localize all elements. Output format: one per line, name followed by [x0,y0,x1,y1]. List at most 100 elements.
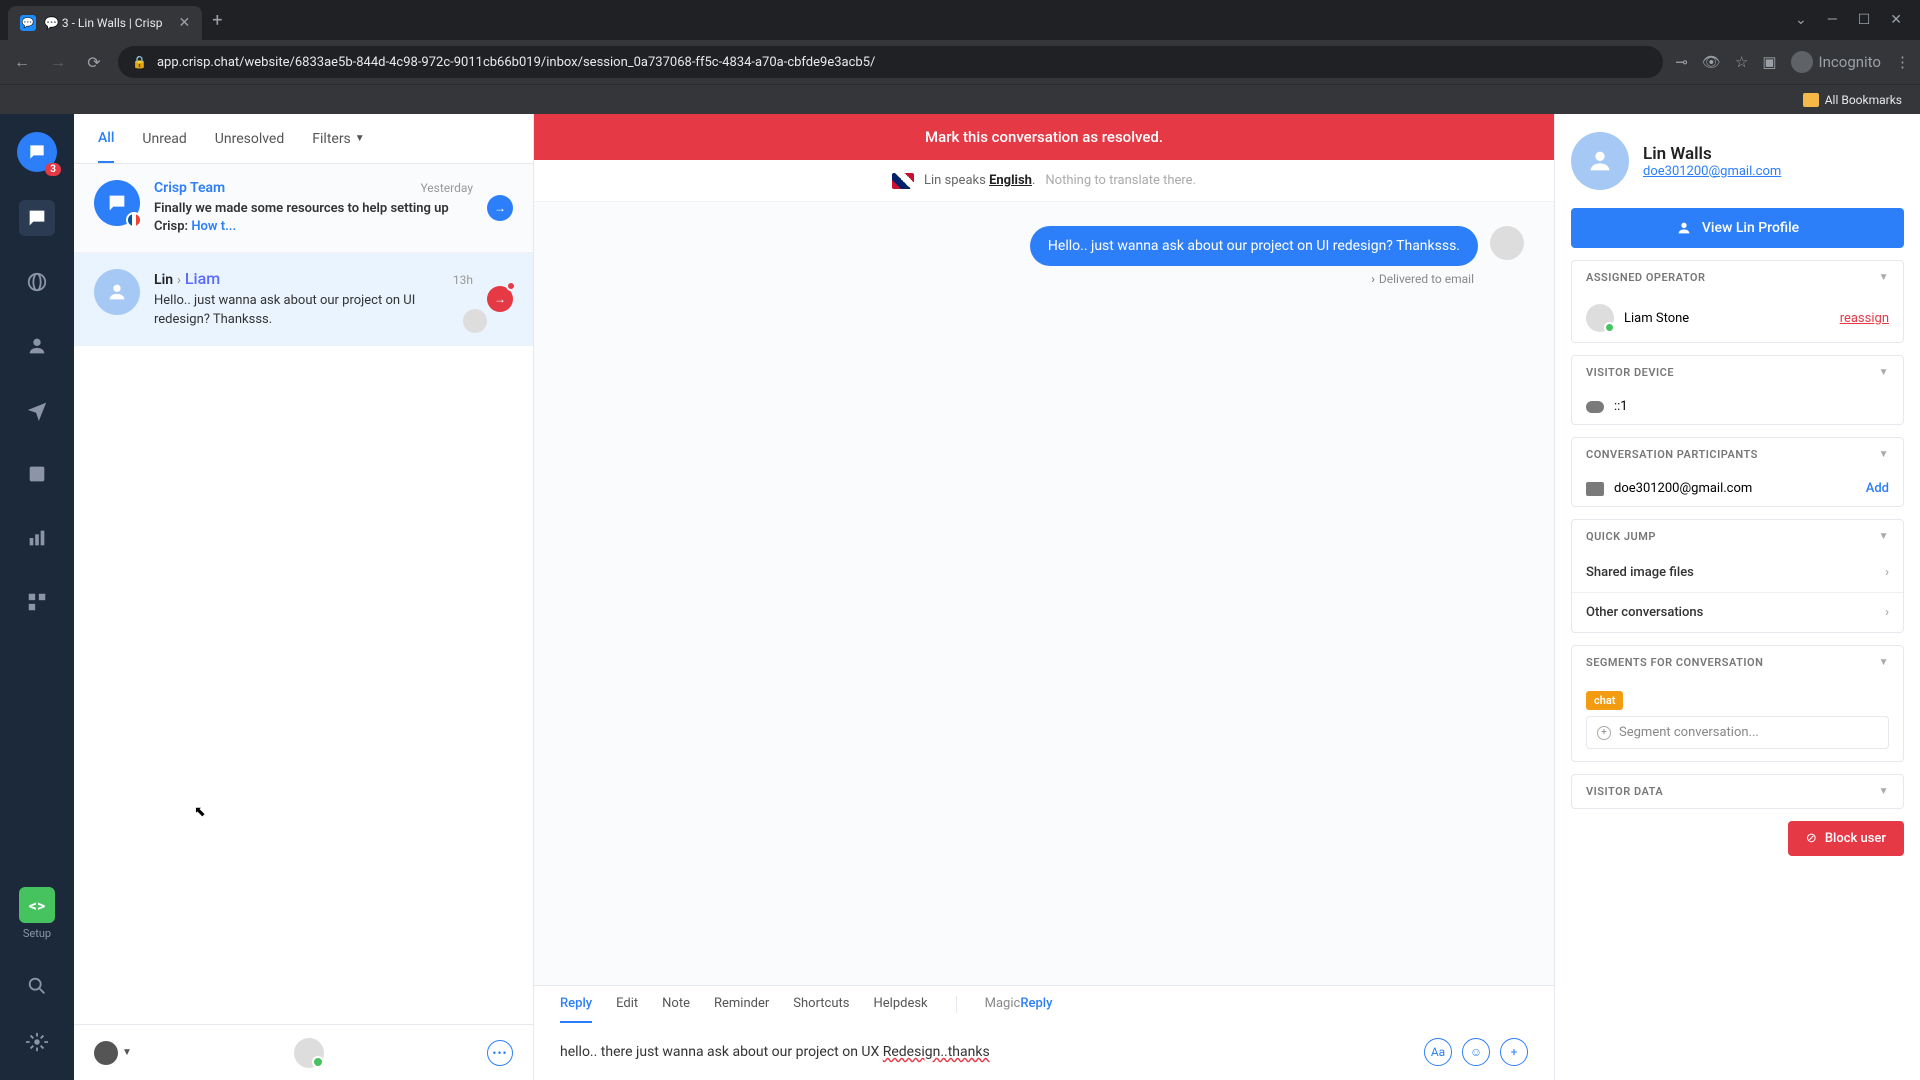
segments-section: Segments for Conversation▼ chat + Segmen… [1571,645,1904,762]
composer-tab-reply[interactable]: Reply [560,996,592,1023]
section-header[interactable]: Segments for Conversation▼ [1572,646,1903,679]
chevron-right-icon: › [1885,605,1889,620]
reassign-link[interactable]: reassign [1840,311,1889,326]
maximize-icon[interactable]: ☐ [1858,12,1871,28]
helpdesk-nav-icon[interactable] [19,456,55,492]
message-list: Hello.. just wanna ask about our project… [534,202,1554,985]
contacts-nav-icon[interactable] [19,328,55,364]
profile-email[interactable]: doe301200@gmail.com [1643,164,1781,179]
back-icon[interactable]: ← [10,52,34,72]
minimize-icon[interactable]: — [1827,12,1838,28]
menu-icon[interactable]: ⋮ [1895,53,1910,71]
incognito-icon [1791,51,1813,73]
translate-note: Nothing to translate there. [1045,173,1196,188]
cursor-icon: ⬉ [194,804,206,820]
sender-name: Lin › Liam [154,269,220,288]
browser-tab[interactable]: 💬 💬 3 - Lin Walls | Crisp ✕ [8,6,202,40]
chevron-down-icon: ▼ [1879,657,1889,668]
tab-unread[interactable]: Unread [142,114,186,163]
more-icon[interactable]: ••• [487,1040,513,1066]
new-tab-button[interactable]: + [212,10,222,31]
add-participant-link[interactable]: Add [1866,481,1889,496]
incognito-badge[interactable]: Incognito [1791,51,1881,73]
key-icon[interactable]: ⊸ [1675,53,1688,71]
visitor-data-section: Visitor Data▼ [1571,774,1904,809]
chat-panel: Mark this conversation as resolved. Lin … [534,114,1554,1080]
text-format-icon[interactable]: Aa [1424,1038,1452,1066]
forward-icon[interactable]: → [46,52,70,72]
section-header[interactable]: Quick Jump▼ [1572,520,1903,553]
composer-tab-note[interactable]: Note [662,996,690,1023]
assignee-avatar [463,309,487,333]
emoji-icon[interactable]: ☺ [1462,1038,1490,1066]
resolve-banner[interactable]: Mark this conversation as resolved. [534,114,1554,160]
setup-icon[interactable]: <> [19,887,55,923]
url-bar[interactable]: 🔒 app.crisp.chat/website/6833ae5b-844d-4… [118,46,1663,78]
chevron-down-icon: ▼ [1879,531,1889,542]
eye-off-icon[interactable]: 👁 [1702,53,1721,71]
chevron-down-icon: ▼ [1879,367,1889,378]
user-avatar-icon [94,1041,118,1065]
tab-all[interactable]: All [98,114,114,163]
plugins-nav-icon[interactable] [19,584,55,620]
section-header[interactable]: Assigned Operator▼ [1572,261,1903,294]
tab-filters[interactable]: Filters ▼ [312,114,364,163]
profile-header: Lin Walls doe301200@gmail.com [1571,132,1904,190]
jump-shared-images[interactable]: Shared image files› [1572,553,1903,593]
reload-icon[interactable]: ⟳ [82,53,106,72]
section-header[interactable]: Visitor Data▼ [1572,775,1903,808]
close-tab-icon[interactable]: ✕ [179,15,191,31]
search-nav-icon[interactable] [19,968,55,1004]
chevron-down-icon: ▼ [1879,449,1889,460]
conversation-item[interactable]: Lin › Liam 13h Hello.. just wanna ask ab… [74,253,533,345]
analytics-nav-icon[interactable] [19,520,55,556]
settings-nav-icon[interactable] [19,1024,55,1060]
open-arrow-icon[interactable]: → [487,195,513,221]
section-header[interactable]: Conversation Participants▼ [1572,438,1903,471]
operator-avatar[interactable] [294,1038,324,1068]
block-user-button[interactable]: ⊘ Block user [1788,821,1904,856]
user-menu[interactable]: ▼ [94,1041,132,1065]
composer-tab-edit[interactable]: Edit [616,996,638,1023]
add-attachment-icon[interactable]: + [1500,1038,1528,1066]
visitors-nav-icon[interactable] [19,264,55,300]
side-rail: 3 <> Setup [0,114,74,1080]
participants-section: Conversation Participants▼ doe301200@gma… [1571,437,1904,507]
jump-other-conversations[interactable]: Other conversations› [1572,593,1903,632]
crisp-logo[interactable]: 3 [17,132,57,172]
segment-chip[interactable]: chat [1586,691,1623,710]
plus-icon: + [1597,726,1611,740]
view-profile-button[interactable]: View Lin Profile [1571,208,1904,248]
folder-icon [1803,93,1819,107]
star-icon[interactable]: ☆ [1735,53,1748,71]
all-bookmarks[interactable]: All Bookmarks [1825,93,1902,107]
block-icon: ⊘ [1806,831,1817,846]
chevron-down-icon: ▼ [122,1047,132,1058]
browser-toolbar: ← → ⟳ 🔒 app.crisp.chat/website/6833ae5b-… [0,40,1920,84]
tab-unresolved[interactable]: Unresolved [215,114,284,163]
mail-icon [1586,482,1604,496]
inbox-tabs: All Unread Unresolved Filters ▼ [74,114,533,164]
details-panel: Lin Walls doe301200@gmail.com View Lin P… [1554,114,1920,1080]
campaigns-nav-icon[interactable] [19,392,55,428]
close-window-icon[interactable]: ✕ [1890,12,1902,28]
reply-input[interactable]: hello.. there just wanna ask about our p… [560,1044,1412,1060]
composer-tab-shortcuts[interactable]: Shortcuts [793,996,849,1023]
profile-avatar [1571,132,1629,190]
profile-name: Lin Walls [1643,144,1781,164]
setup-label: Setup [23,927,51,940]
conversation-item[interactable]: Crisp Team Yesterday Finally we made som… [74,164,533,253]
composer-tab-reminder[interactable]: Reminder [714,996,769,1023]
operator-avatar [1586,304,1614,332]
extensions-icon[interactable]: ▣ [1762,53,1776,71]
section-header[interactable]: Visitor Device▼ [1572,356,1903,389]
open-arrow-icon[interactable]: → [487,286,513,312]
segment-input[interactable]: + Segment conversation... [1586,716,1889,749]
message-bubble: Hello.. just wanna ask about our project… [1030,226,1478,266]
composer-tab-magicreply[interactable]: MagicReply [985,996,1053,1023]
bookmarks-bar: All Bookmarks [0,84,1920,114]
inbox-nav-icon[interactable] [19,200,55,236]
composer-tab-helpdesk[interactable]: Helpdesk [873,996,927,1023]
dropdown-icon[interactable]: ⌄ [1795,12,1807,28]
notification-badge: 3 [45,163,61,176]
